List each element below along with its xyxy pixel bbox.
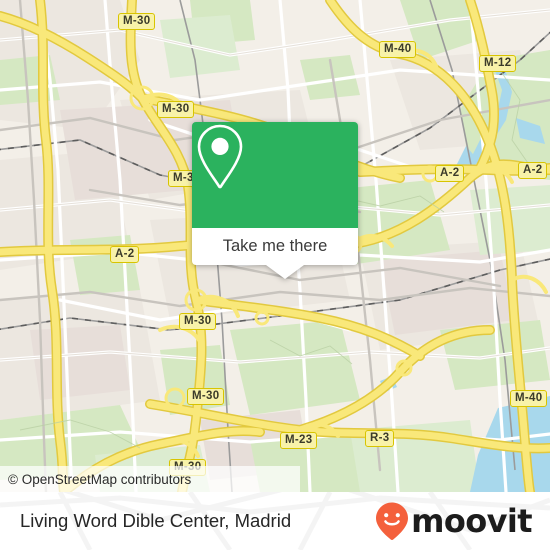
highway-shield: A-2 <box>435 165 465 182</box>
callout-pin-panel <box>192 122 358 228</box>
map-pin-icon <box>197 124 243 189</box>
footer-bar: Living Word Dible Center, Madrid moovit <box>0 492 550 550</box>
moovit-brand-logo[interactable]: moovit <box>374 501 533 541</box>
map-attribution[interactable]: © OpenStreetMap contributors <box>0 466 300 492</box>
highway-shield: M-40 <box>379 41 417 58</box>
callout-action-panel[interactable]: Take me there <box>192 228 358 279</box>
place-title: Living Word Dible Center, Madrid <box>20 510 292 531</box>
footer-content: Living Word Dible Center, Madrid moovit <box>0 492 550 550</box>
highway-shield: A-2 <box>110 246 140 263</box>
moovit-wordmark: moovit <box>411 502 532 540</box>
take-me-there-label: Take me there <box>222 237 328 255</box>
highway-shield: M-12 <box>479 55 517 72</box>
callout-tail <box>266 265 304 279</box>
attribution-text: © OpenStreetMap contributors <box>8 471 192 487</box>
highway-shield: M-30 <box>118 13 156 30</box>
highway-shield: M-23 <box>280 432 318 449</box>
location-callout-card[interactable]: Take me there <box>192 122 358 279</box>
highway-shield: A-2 <box>518 162 548 179</box>
highway-shield: M-30 <box>157 101 195 118</box>
highway-shield: R-3 <box>365 430 395 447</box>
moovit-smiley-pin-icon <box>376 502 409 540</box>
highway-shield: M-30 <box>179 313 217 330</box>
highway-shield: M-30 <box>187 388 225 405</box>
highway-shield: M-40 <box>510 390 548 407</box>
map-canvas[interactable]: M-30 M-40 M-12 M-30 M-30 A-2 A-2 A-2 M-3… <box>0 0 550 492</box>
screenshot-root: M-30 M-40 M-12 M-30 M-30 A-2 A-2 A-2 M-3… <box>0 0 550 550</box>
